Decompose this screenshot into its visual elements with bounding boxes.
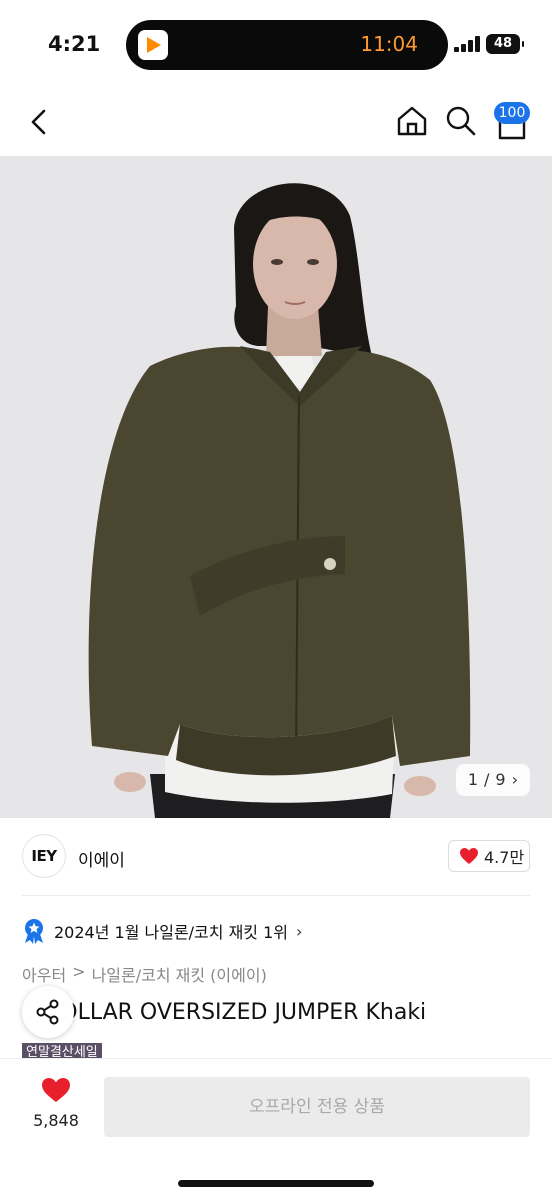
top-nav (0, 90, 552, 156)
heart-icon (460, 848, 478, 864)
battery-icon: 48 (486, 34, 524, 54)
cart-count-badge: 100 (494, 102, 530, 124)
image-counter-total: 9 (495, 770, 506, 789)
chevron-right-icon: › (511, 770, 518, 789)
heart-icon (42, 1078, 70, 1102)
brand-like-count: 4.7만 (484, 848, 525, 867)
brand-row[interactable]: IEY 이에이 4.7만 (0, 818, 552, 896)
ranking-text: 2024년 1월 나일론/코치 재킷 1위 (54, 923, 289, 942)
chevron-right-icon: › (296, 921, 303, 941)
breadcrumb-category[interactable]: 아우터 (22, 962, 66, 986)
wishlist-count: 5,848 (33, 1111, 79, 1130)
bottom-bar: 5,848 오프라인 전용 상품 (0, 1058, 552, 1200)
brand-like-button[interactable]: 4.7만 (448, 840, 530, 872)
image-counter[interactable]: 1 / 9 › (455, 764, 530, 796)
play-app-icon (138, 30, 168, 60)
search-icon[interactable] (444, 104, 478, 138)
ranking-badge-icon (25, 919, 43, 944)
image-counter-separator: / (484, 770, 490, 789)
share-button[interactable] (22, 986, 74, 1038)
brand-logo[interactable]: IEY (22, 834, 66, 878)
brand-name[interactable]: 이에이 (78, 846, 125, 871)
back-arrow-icon[interactable] (22, 104, 58, 140)
home-indicator (178, 1180, 374, 1187)
wishlist-button[interactable]: 5,848 (26, 1077, 86, 1130)
product-title: E COLLAR OVERSIZED JUMPER Khaki (24, 1000, 427, 1025)
home-icon[interactable] (395, 104, 429, 138)
breadcrumb-separator: > (72, 962, 86, 981)
share-icon (36, 999, 59, 1025)
status-bar: 4:21 11:04 48 (0, 0, 552, 90)
signal-icon (454, 36, 482, 52)
ranking-link[interactable]: 2024년 1월 나일론/코치 재킷 1위 › (22, 916, 302, 946)
purchase-button[interactable]: 오프라인 전용 상품 (104, 1077, 530, 1137)
dynamic-island[interactable]: 11:04 (126, 20, 448, 70)
breadcrumb: 아우터 > 나일론/코치 재킷 (이에이) (22, 962, 267, 986)
product-image[interactable]: 1 / 9 › (0, 156, 552, 818)
divider (22, 895, 530, 896)
island-timer: 11:04 (360, 32, 418, 56)
status-time: 4:21 (48, 32, 101, 56)
breadcrumb-subcategory[interactable]: 나일론/코치 재킷 (이에이) (92, 962, 267, 986)
image-counter-current: 1 (467, 770, 479, 789)
model-jacket-illustration (0, 156, 552, 818)
